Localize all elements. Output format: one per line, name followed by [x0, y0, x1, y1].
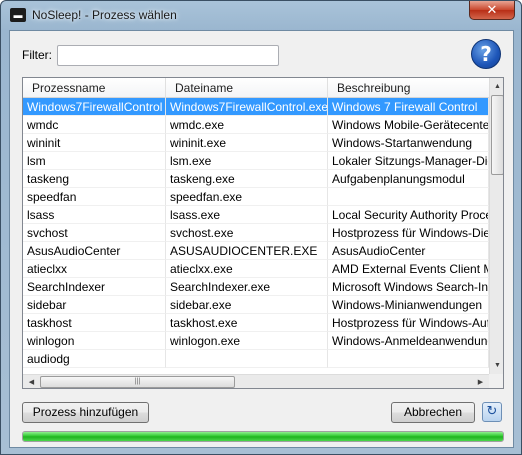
cell-file-name: sidebar.exe — [166, 296, 328, 314]
dialog-window: ▬ NoSleep! - Prozess wählen ✕ Filter: ? … — [0, 0, 522, 455]
cell-description — [328, 188, 489, 206]
table-row[interactable]: taskeng taskeng.exe Aufgabenplanungsmodul — [23, 170, 489, 188]
table-row[interactable]: wininit wininit.exe Windows-Startanwendung — [23, 134, 489, 152]
cell-file-name: SearchIndexer.exe — [166, 278, 328, 296]
help-icon[interactable]: ? — [471, 39, 501, 69]
filter-label: Filter: — [22, 48, 52, 62]
cell-description: Local Security Authority Process — [328, 206, 489, 224]
dialog-client-area: Filter: ? Prozessname Dateiname Beschrei… — [9, 30, 514, 448]
process-table: Prozessname Dateiname Beschreibung Windo… — [22, 77, 504, 389]
cell-process-name: Windows7FirewallControl — [23, 98, 166, 116]
cell-description: Hostprozess für Windows-Aufgaben — [328, 314, 489, 332]
cell-process-name: taskhost — [23, 314, 166, 332]
table-row[interactable]: speedfan speedfan.exe — [23, 188, 489, 206]
close-button[interactable]: ✕ — [469, 1, 515, 20]
cell-description: Windows 7 Firewall Control — [328, 98, 489, 116]
table-row[interactable]: sidebar sidebar.exe Windows-Minianwendunge… — [23, 296, 489, 314]
cell-file-name: svchost.exe — [166, 224, 328, 242]
cell-file-name: Windows7FirewallControl.exe — [166, 98, 328, 116]
table-row[interactable]: AsusAudioCenter ASUSAUDIOCENTER.EXE AsusAu… — [23, 242, 489, 260]
cell-process-name: AsusAudioCenter — [23, 242, 166, 260]
vertical-scrollbar[interactable]: ▲ ▼ — [489, 78, 503, 374]
cell-file-name: taskhost.exe — [166, 314, 328, 332]
horizontal-scroll-thumb[interactable]: ||| — [40, 376, 235, 388]
cell-description: Windows Mobile-Gerätecenter — [328, 116, 489, 134]
scroll-right-icon[interactable]: ▶ — [472, 375, 489, 388]
table-row[interactable]: winlogon winlogon.exe Windows-Anmeldeanwen… — [23, 332, 489, 350]
cell-process-name: svchost — [23, 224, 166, 242]
vertical-scroll-thumb[interactable] — [491, 95, 503, 175]
cell-process-name: wmdc — [23, 116, 166, 134]
cancel-button[interactable]: Abbrechen — [391, 402, 475, 423]
refresh-icon[interactable]: ↻ — [482, 402, 502, 422]
cell-process-name: SearchIndexer — [23, 278, 166, 296]
cell-process-name: lsm — [23, 152, 166, 170]
cell-process-name: taskeng — [23, 170, 166, 188]
column-header-dateiname[interactable]: Dateiname — [166, 78, 328, 98]
progress-bar-fill — [23, 432, 503, 441]
cell-file-name — [166, 350, 328, 368]
table-row[interactable]: audiodg — [23, 350, 489, 368]
app-bed-icon: ▬ — [10, 8, 26, 22]
scroll-corner — [489, 374, 503, 388]
cell-file-name: winlogon.exe — [166, 332, 328, 350]
cell-file-name: atieclxx.exe — [166, 260, 328, 278]
table-row[interactable]: SearchIndexer SearchIndexer.exe Microsoft … — [23, 278, 489, 296]
filter-input[interactable] — [57, 45, 279, 66]
cell-file-name: wininit.exe — [166, 134, 328, 152]
progress-bar — [22, 431, 504, 442]
cell-process-name: speedfan — [23, 188, 166, 206]
cell-description: Lokaler Sitzungs-Manager-Dienst — [328, 152, 489, 170]
cell-file-name: taskeng.exe — [166, 170, 328, 188]
cell-process-name: wininit — [23, 134, 166, 152]
cell-file-name: ASUSAUDIOCENTER.EXE — [166, 242, 328, 260]
cell-description — [328, 350, 489, 368]
cell-description: Aufgabenplanungsmodul — [328, 170, 489, 188]
table-body: Windows7FirewallControl Windows7FirewallC… — [23, 98, 489, 374]
cell-process-name: atieclxx — [23, 260, 166, 278]
cell-description: Windows-Anmeldeanwendung — [328, 332, 489, 350]
cell-description: Microsoft Windows Search-Indexer — [328, 278, 489, 296]
table-row[interactable]: wmdc wmdc.exe Windows Mobile-Gerätecenter — [23, 116, 489, 134]
table-row[interactable]: Windows7FirewallControl Windows7FirewallC… — [23, 98, 489, 116]
cell-process-name: sidebar — [23, 296, 166, 314]
cell-description: AMD External Events Client Module — [328, 260, 489, 278]
scroll-left-icon[interactable]: ◀ — [23, 375, 40, 388]
cell-description: Windows-Minianwendungen — [328, 296, 489, 314]
cell-file-name: lsm.exe — [166, 152, 328, 170]
column-header-prozessname[interactable]: Prozessname — [23, 78, 166, 98]
cell-process-name: winlogon — [23, 332, 166, 350]
cell-description: AsusAudioCenter — [328, 242, 489, 260]
window-title: NoSleep! - Prozess wählen — [32, 8, 177, 22]
cell-file-name: speedfan.exe — [166, 188, 328, 206]
table-row[interactable]: svchost svchost.exe Hostprozess für Window… — [23, 224, 489, 242]
horizontal-scrollbar[interactable]: ◀ ||| ▶ — [23, 374, 489, 388]
cell-file-name: lsass.exe — [166, 206, 328, 224]
cell-description: Windows-Startanwendung — [328, 134, 489, 152]
table-row[interactable]: lsass lsass.exe Local Security Authority P… — [23, 206, 489, 224]
cell-process-name: lsass — [23, 206, 166, 224]
table-row[interactable]: lsmlsm.exeLokaler Sitzungs-Manager-Diens… — [23, 152, 489, 170]
table-row[interactable]: atieclxx atieclxx.exe AMD External Events … — [23, 260, 489, 278]
scroll-down-icon[interactable]: ▼ — [490, 357, 503, 374]
cell-description: Hostprozess für Windows-Dienste — [328, 224, 489, 242]
table-row[interactable]: taskhost taskhost.exe Hostprozess für Wind… — [23, 314, 489, 332]
title-bar[interactable]: ▬ NoSleep! - Prozess wählen ✕ — [1, 1, 521, 29]
cell-file-name: wmdc.exe — [166, 116, 328, 134]
scroll-up-icon[interactable]: ▲ — [490, 78, 503, 95]
add-process-button[interactable]: Prozess hinzufügen — [22, 402, 149, 423]
table-header: Prozessname Dateiname Beschreibung — [23, 78, 489, 98]
column-header-beschreibung[interactable]: Beschreibung — [328, 78, 489, 98]
cell-process-name: audiodg — [23, 350, 166, 368]
